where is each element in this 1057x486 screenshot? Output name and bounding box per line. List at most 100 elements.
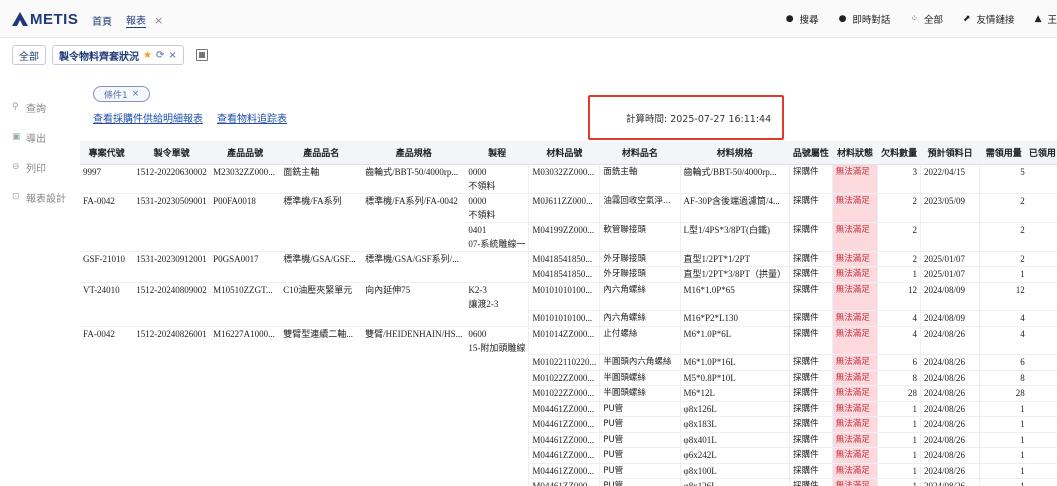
column-header[interactable]: 製令單號 — [133, 141, 211, 165]
copy-window-icon[interactable] — [195, 49, 208, 61]
export-icon: ▣ — [12, 132, 21, 142]
cell-mat: M0101010100... — [528, 310, 600, 327]
cell-pspec — [362, 310, 466, 327]
cell-pname — [280, 222, 363, 252]
column-header[interactable]: 材料品名 — [599, 141, 681, 165]
table-row[interactable]: M01022ZZ000... 半圓頭螺絲 M6*12L 採購件 無法滿足 28 2024/0… — [80, 385, 1057, 402]
cell-pname — [280, 432, 362, 448]
cell-mat: M04461ZZ000... — [528, 401, 600, 417]
cell-due: 2024/08/26 — [920, 385, 980, 402]
top-menu-chat[interactable]: ● 即時對話 — [839, 12, 891, 26]
cell-short: 1 — [877, 401, 921, 417]
tab-all[interactable]: 全部 — [12, 45, 46, 65]
cell-spec: 直型1/2PT*1/2PT — [679, 251, 790, 267]
tab-current[interactable]: 製令物料齊套狀況 ★ ⟳ × — [52, 45, 184, 65]
sidebar-item-export[interactable]: ▣ 導出 — [12, 122, 82, 152]
table-row[interactable]: 0401 07-系統雕線一 M04199ZZ000... 軟管聯接頭 L型1/4PS*… — [80, 222, 1057, 252]
cell-need: 1 — [979, 447, 1028, 464]
print-icon: ⊖ — [12, 162, 20, 172]
cell-prop: 採購件 — [789, 416, 833, 433]
column-header[interactable]: 材料品號 — [528, 141, 600, 165]
column-header[interactable]: 產品規格 — [362, 141, 466, 165]
table-row[interactable]: M04461ZZ000... PU管 φ6x242L 採購件 無法滿足 1 2024/08/… — [80, 447, 1057, 464]
cell-pno: P00FA0018 — [213, 195, 256, 206]
table-row[interactable]: FA-0042 1531-20230509001 P00FA0018 標準機/FA系列… — [80, 193, 1057, 223]
table-row[interactable]: GSF-21010 1531-20230912001 P0GSA0017 標準機/GS… — [80, 251, 1057, 267]
cell-name: 止付螺絲 — [599, 326, 681, 355]
top-menu-grid[interactable]: ⁘ 全部 — [910, 12, 943, 26]
cell-pspec: 齒輪式/BBT-50/4000rp... — [362, 164, 466, 194]
cell-stat: 無法滿足 — [831, 432, 878, 448]
refresh-icon[interactable]: ⟳ — [156, 50, 164, 61]
cell-prop: 採購件 — [789, 266, 833, 283]
cell-prop: 採購件 — [789, 222, 833, 252]
cell-prop: 採購件 — [789, 370, 833, 386]
nav-report[interactable]: 報表 — [126, 12, 146, 28]
cell-pname: 標準機/FA系列 — [283, 195, 342, 206]
link-material-tracking[interactable]: 查看物料追踪表 — [217, 110, 287, 125]
cell-proc — [465, 386, 529, 402]
link-purchase-supply-report[interactable]: 查看採購件供給明細報表 — [93, 110, 203, 125]
favorite-star-icon[interactable]: ★ — [143, 50, 152, 61]
table-row[interactable]: FA-0042 1512-20240826001 M16227A1000... 雙臂型… — [80, 326, 1057, 355]
cell-short: 2 — [877, 222, 921, 252]
cell-order — [133, 222, 211, 252]
cell-name: 半圓頭螺絲 — [599, 385, 681, 402]
column-header[interactable]: 預計領料日 — [920, 141, 980, 165]
table-row[interactable]: VT-24010 1512-20240809002 M10510ZZGT... C10… — [80, 282, 1057, 311]
tab-close-icon[interactable]: × — [168, 50, 176, 61]
nav-report-close-icon[interactable]: × — [154, 14, 163, 27]
cell-due: 2024/08/26 — [920, 432, 980, 448]
column-header[interactable]: 專案代號 — [80, 141, 134, 165]
table-row[interactable]: M04461ZZ000... PU管 φ8x100L 採購件 無法滿足 1 2024/08/… — [80, 463, 1057, 479]
sidebar-item-search[interactable]: ⚲ 查詢 — [12, 92, 82, 122]
table-row[interactable]: 9997 1512-20220630002 M23032ZZ000... 面銑主軸 齒輪… — [80, 164, 1057, 194]
column-header[interactable]: 需領用量 — [979, 141, 1028, 165]
sidebar-item-design[interactable]: ⊡ 報表設計 — [12, 182, 82, 212]
cell-stat: 無法滿足 — [831, 266, 878, 283]
cell-prop: 採購件 — [789, 447, 833, 464]
column-header[interactable]: 產品品號 — [210, 141, 281, 165]
filter-chip[interactable]: 條件1 × — [93, 86, 151, 102]
cell-pspec: 向內延伸75 — [365, 284, 411, 295]
table-row[interactable]: M01022110220... 半圓頭內六角螺絲 M6*1.0P*16L 採購件 無法滿… — [80, 354, 1057, 371]
cell-spec: 齒輪式/BBT-50/4000rp... — [679, 164, 790, 194]
filter-chip-close-icon[interactable]: × — [132, 89, 140, 99]
top-menu-location[interactable]: ● 搜尋 — [786, 12, 819, 26]
column-header[interactable]: 品號屬性 — [789, 141, 833, 165]
table-row[interactable]: M0418541850... 外牙聯接頭 直型1/2PT*3/8PT（拱量） 採購件無… — [80, 266, 1057, 283]
cell-mat: M04461ZZ000... — [528, 432, 600, 448]
table-row[interactable]: M04461ZZ000... PU管 φ8x401L 採購件 無法滿足 1 2024/08/… — [80, 432, 1057, 448]
cell-prop: 採購件 — [789, 193, 833, 223]
cell-pname — [280, 463, 362, 479]
cell-need: 1 — [979, 401, 1028, 417]
column-header[interactable]: 材料規格 — [680, 141, 790, 165]
sidebar-item-print[interactable]: ⊖ 列印 — [12, 152, 82, 182]
top-menu-link[interactable]: ⬈ 友情鏈接 — [963, 12, 1015, 26]
column-header[interactable]: 材料狀態 — [832, 141, 878, 165]
top-menu-user[interactable]: ▲ 王 — [1035, 12, 1057, 26]
cell-pno: M10510ZZGT... — [213, 284, 273, 295]
cell-order — [133, 355, 210, 371]
table-row[interactable]: M04461ZZ000... PU管 φ8x126L 採購件 無法滿足 1 2024/08/… — [80, 401, 1057, 417]
cell-stat: 無法滿足 — [831, 370, 878, 386]
report-links: 查看採購件供給明細報表 查看物料追踪表 — [93, 110, 287, 125]
cell-order: 1531-20230912001 — [136, 253, 207, 264]
table-row[interactable]: M04461ZZ000... PU管 φ8x126L 採購件 無法滿足 1 2024/08/… — [80, 478, 1057, 486]
cell-spec: φ8x100L — [679, 463, 790, 479]
nav-home[interactable]: 首頁 — [92, 13, 112, 28]
table-row[interactable]: M0101010100... 內六角螺絲 M16*P2*L130 採購件 無法滿足 4 20… — [80, 310, 1057, 327]
cell-short: 1 — [877, 478, 921, 486]
top-menu-label: 王 — [1047, 15, 1057, 26]
column-header[interactable]: 已領用 — [1027, 141, 1057, 165]
top-menu-label: 搜尋 — [799, 15, 819, 26]
metis-logo[interactable]: METIS — [12, 9, 78, 29]
table-row[interactable]: M04461ZZ000... PU管 φ8x183L 採購件 無法滿足 1 2024/08/… — [80, 416, 1057, 433]
table-row[interactable]: M01022ZZ000... 半圓頭螺絲 M5*0.8P*10L 採購件 無法滿足 8 20… — [80, 370, 1057, 386]
column-header[interactable]: 產品品名 — [280, 141, 363, 165]
column-header[interactable]: 欠料數量 — [877, 141, 921, 165]
user-icon: ▲ — [1034, 14, 1042, 24]
column-header[interactable]: 製程 — [465, 141, 529, 165]
cell-name: PU管 — [599, 416, 681, 433]
cell-stat: 無法滿足 — [831, 326, 878, 355]
